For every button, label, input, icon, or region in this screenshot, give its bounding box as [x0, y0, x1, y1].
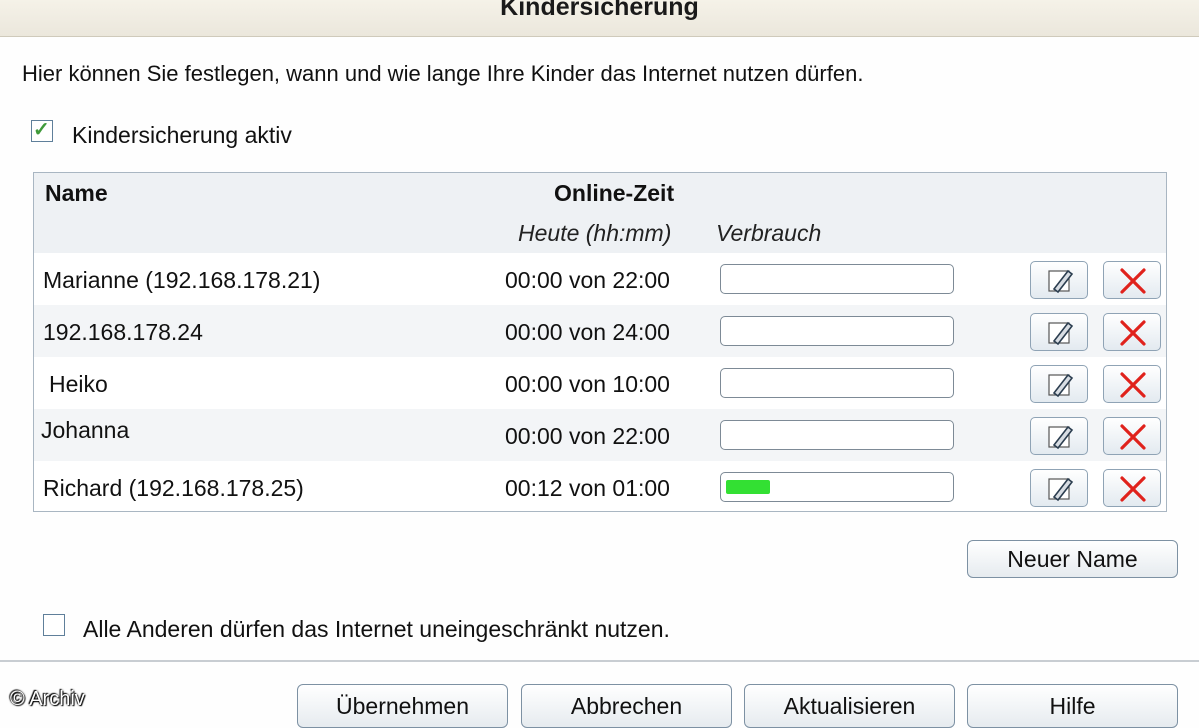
children-table: Name Online-Zeit Heute (hh:mm) Verbrauch… — [33, 172, 1167, 512]
delete-icon — [1120, 268, 1146, 294]
delete-icon — [1120, 372, 1146, 398]
edit-button[interactable] — [1030, 261, 1088, 299]
usage-fill — [726, 480, 770, 494]
row-time: 00:00 von 22:00 — [505, 267, 670, 293]
intro-text: Hier können Sie festlegen, wann und wie … — [22, 61, 864, 86]
edit-icon — [1048, 269, 1074, 294]
active-label: Kindersicherung aktiv — [72, 122, 292, 148]
page-title: Kindersicherung — [500, 0, 699, 21]
refresh-button[interactable]: Aktualisieren — [744, 684, 955, 728]
usage-bar — [720, 264, 954, 294]
usage-bar — [720, 420, 954, 450]
cancel-button[interactable]: Abbrechen — [521, 684, 732, 728]
copyright-watermark: © Archiv — [10, 688, 85, 710]
new-name-button[interactable]: Neuer Name — [967, 540, 1178, 578]
usage-bar — [720, 316, 954, 346]
delete-button[interactable] — [1103, 313, 1161, 351]
table-header: Name Online-Zeit Heute (hh:mm) Verbrauch — [34, 173, 1166, 253]
others-checkbox[interactable] — [43, 614, 65, 636]
active-checkbox[interactable]: ✓ — [31, 119, 53, 142]
table-row: Marianne (192.168.178.21) 00:00 von 22:0… — [34, 253, 1166, 305]
delete-icon — [1120, 320, 1146, 346]
row-time: 00:00 von 24:00 — [505, 319, 670, 345]
delete-button[interactable] — [1103, 469, 1161, 507]
col-usage-header: Verbrauch — [716, 220, 822, 246]
row-name: Marianne (192.168.178.21) — [43, 267, 321, 293]
edit-button[interactable] — [1030, 313, 1088, 351]
delete-button[interactable] — [1103, 261, 1161, 299]
edit-icon — [1048, 373, 1074, 398]
row-time: 00:00 von 10:00 — [505, 371, 670, 397]
table-row: Johanna 00:00 von 22:00 — [34, 409, 1166, 461]
table-row: Heiko 00:00 von 10:00 — [34, 357, 1166, 409]
delete-button[interactable] — [1103, 417, 1161, 455]
table-row: 192.168.178.24 00:00 von 24:00 — [34, 305, 1166, 357]
edit-button[interactable] — [1030, 469, 1088, 507]
col-name-header: Name — [45, 180, 108, 206]
usage-bar — [720, 368, 954, 398]
row-name: Heiko — [49, 371, 108, 397]
edit-button[interactable] — [1030, 417, 1088, 455]
footer-divider — [0, 660, 1199, 662]
check-icon: ✓ — [33, 119, 50, 141]
table-row: Richard (192.168.178.25) 00:12 von 01:00 — [34, 461, 1166, 513]
edit-icon — [1048, 321, 1074, 346]
row-name: Richard (192.168.178.25) — [43, 475, 304, 501]
delete-icon — [1120, 476, 1146, 502]
help-button[interactable]: Hilfe — [967, 684, 1178, 728]
row-time: 00:12 von 01:00 — [505, 475, 670, 501]
edit-icon — [1048, 425, 1074, 450]
delete-icon — [1120, 424, 1146, 450]
row-name: 192.168.178.24 — [43, 319, 203, 345]
edit-button[interactable] — [1030, 365, 1088, 403]
delete-button[interactable] — [1103, 365, 1161, 403]
row-name: Johanna — [41, 417, 130, 443]
col-online-header: Online-Zeit — [554, 180, 675, 206]
usage-bar — [720, 472, 954, 502]
others-label: Alle Anderen dürfen das Internet uneinge… — [83, 616, 670, 642]
row-time: 00:00 von 22:00 — [505, 423, 670, 449]
col-today-header: Heute (hh:mm) — [518, 220, 672, 246]
apply-button[interactable]: Übernehmen — [297, 684, 508, 728]
title-bar: Kindersicherung — [0, 0, 1199, 37]
edit-icon — [1048, 477, 1074, 502]
